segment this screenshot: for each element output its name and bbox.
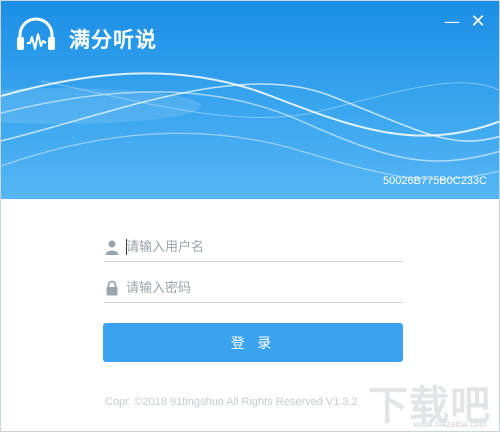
lock-icon <box>106 280 118 296</box>
copyright-text: Copr. ©2018 91tingshuo All Rights Reserv… <box>105 396 358 408</box>
device-code: 50026B775B0C233C <box>383 175 487 187</box>
user-icon <box>105 240 119 255</box>
username-field <box>104 235 403 262</box>
app-title: 满分听说 <box>69 28 157 52</box>
password-input[interactable] <box>126 276 396 300</box>
header-banner: 满分听说 — ✕ 50026B775B0C233C <box>1 1 499 199</box>
minimize-button[interactable]: — <box>441 11 463 33</box>
headphones-waveform-icon <box>17 17 55 50</box>
login-window: 满分听说 — ✕ 50026B775B0C233C 登 录 Copr. ©201… <box>0 0 500 432</box>
login-button[interactable]: 登 录 <box>103 323 403 362</box>
close-button[interactable]: ✕ <box>467 11 489 33</box>
watermark-url: www.xiazaiba.com <box>412 419 487 429</box>
username-input[interactable] <box>126 235 396 259</box>
password-field <box>104 276 403 303</box>
